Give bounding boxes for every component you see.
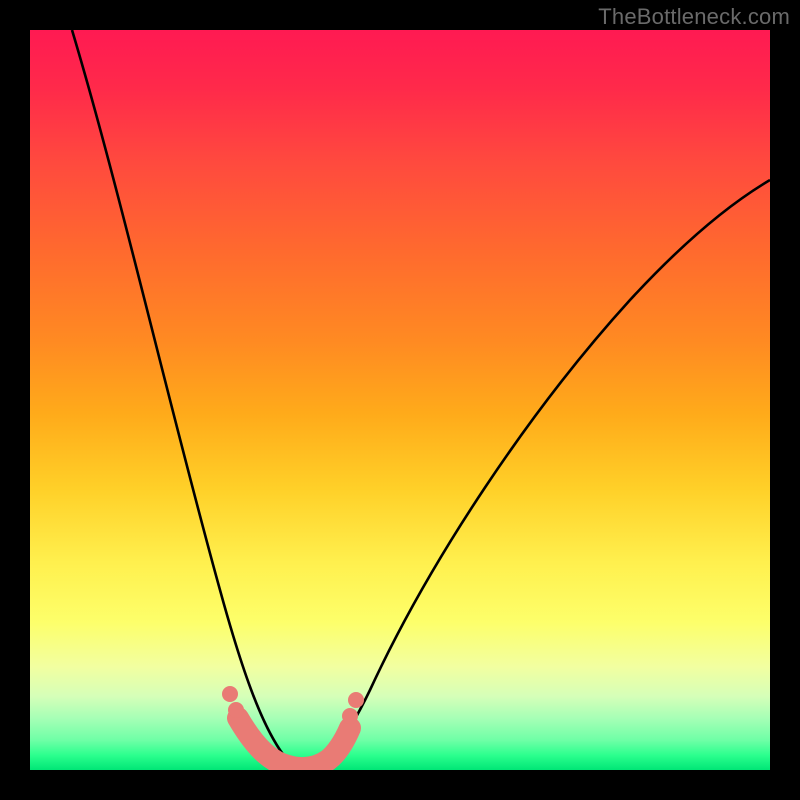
watermark-label: TheBottleneck.com (598, 4, 790, 30)
curve-layer (30, 30, 770, 770)
highlight-band (238, 718, 350, 768)
highlight-dot-left-lower (228, 702, 244, 718)
highlight-dot-left-upper (222, 686, 238, 702)
chart-stage: TheBottleneck.com (0, 0, 800, 800)
highlight-dot-right-lower (342, 708, 358, 724)
highlight-dot-right-upper (348, 692, 364, 708)
bottleneck-curve (72, 30, 770, 768)
plot-area (30, 30, 770, 770)
